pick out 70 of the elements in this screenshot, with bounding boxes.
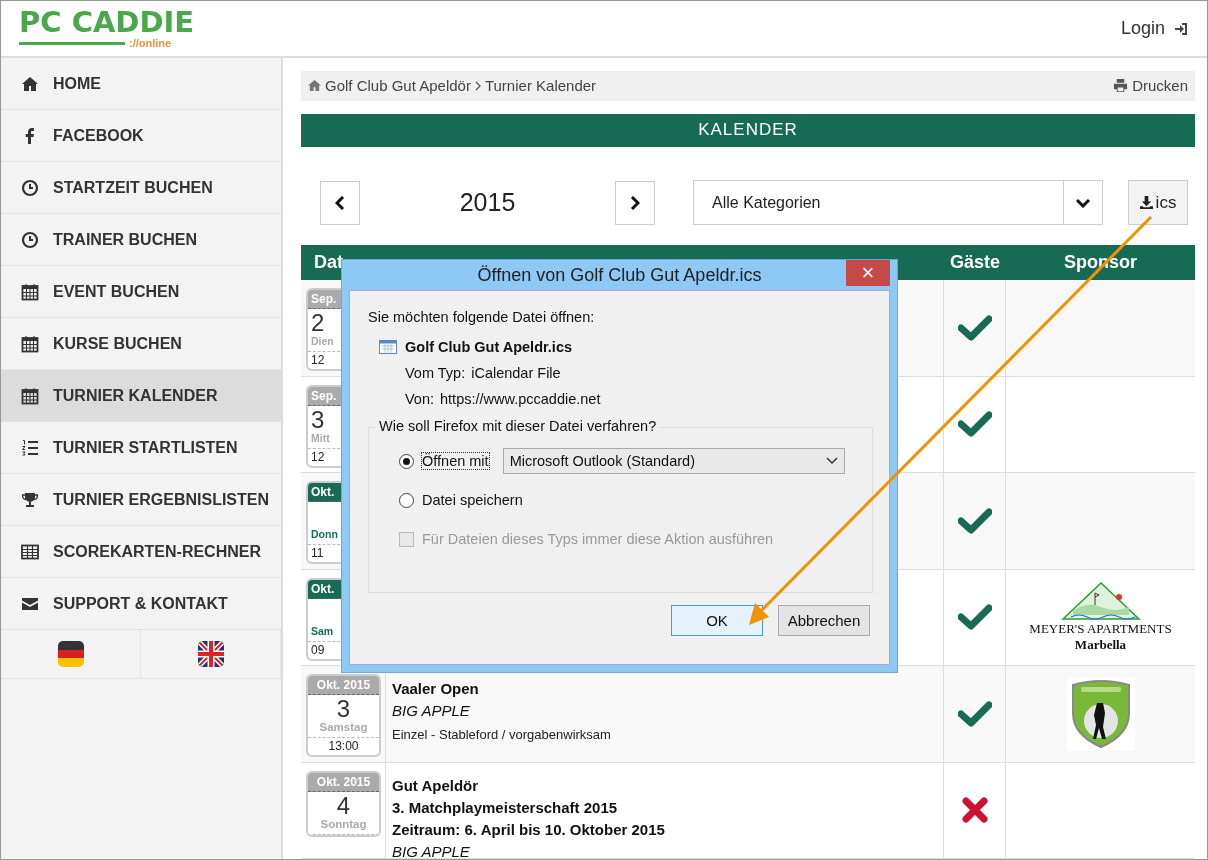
list-icon (21, 438, 39, 457)
chevron-right-icon (630, 195, 640, 210)
sidebar-item[interactable]: STARTZEIT BUCHEN (1, 162, 281, 214)
sidebar-item[interactable]: TURNIER ERGEBNISLISTEN (1, 474, 281, 526)
mountain-logo-icon (1060, 581, 1141, 622)
event-title: Zeitraum: 6. April bis 10. Oktober 2015 (392, 819, 666, 840)
category-select[interactable]: Alle Kategorien (693, 180, 1103, 225)
type-value: iCalendar File (471, 365, 561, 381)
dialog-title: Öffnen von Golf Club Gut Apeldr.ics (477, 264, 762, 286)
calendar-icon (21, 334, 39, 353)
clock-icon (21, 178, 39, 197)
chevron-icon (474, 80, 481, 91)
sidebar-item[interactable]: SCOREKARTEN-RECHNER (1, 526, 281, 578)
print-link[interactable]: Drucken (1113, 77, 1188, 95)
radio-button[interactable] (399, 453, 414, 469)
date-badge: Okt. 2015 3 Samstag 13:00 (306, 674, 381, 757)
option-label[interactable]: Öffnen mit (422, 453, 489, 469)
event-title: Gut Apeldör (392, 775, 480, 796)
breadcrumb-link[interactable]: Turnier Kalender (484, 77, 597, 95)
home-icon (308, 79, 321, 93)
sign-in-icon (1173, 20, 1189, 37)
chevron-down-icon (1076, 197, 1090, 208)
sidebar-item[interactable]: EVENT BUCHEN (1, 266, 281, 318)
next-year-button[interactable] (615, 180, 655, 225)
sidebar-item[interactable]: TURNIER STARTLISTEN (1, 422, 281, 474)
event-sponsor: BIG APPLE (392, 841, 471, 859)
british-flag-icon[interactable] (197, 641, 224, 667)
sponsor-place: Marbella (1074, 637, 1127, 654)
sidebar-item[interactable]: TURNIER KALENDER (1, 370, 281, 422)
sidebar-item[interactable]: FACEBOOK (1, 110, 281, 162)
group-legend: Wie soll Firefox mit dieser Datei verfahren? (376, 418, 660, 434)
type-label: Vom Typ: (405, 365, 466, 381)
column-header: Dat (313, 251, 344, 274)
calendar-icon (21, 282, 39, 301)
sponsor-name: MEYER'S APARTMENTS (1029, 621, 1172, 638)
calendar-icon (21, 386, 39, 405)
german-flag-icon[interactable] (57, 641, 84, 667)
calendar-file-icon (379, 340, 397, 354)
login-link[interactable]: Login (1120, 18, 1189, 39)
ok-button[interactable]: OK (671, 605, 763, 636)
cancel-button[interactable]: Abbrechen (778, 605, 870, 636)
event-title: Vaaler Open (392, 679, 480, 699)
event-details: Einzel - Stableford / vorgabenwirksam (392, 726, 612, 744)
chevron-left-icon (335, 195, 345, 210)
download-icon (1139, 196, 1153, 209)
event-title: 3. Matchplaymeisterschaft 2015 (392, 797, 619, 818)
date-badge: Okt. 2015 4 Sonntag (306, 770, 381, 837)
option-label[interactable]: Datei speichern (422, 492, 523, 508)
ics-download-button[interactable]: ics (1128, 180, 1188, 225)
clock-icon (21, 230, 39, 249)
column-header: Gäste (949, 251, 1001, 274)
printer-icon (1113, 78, 1129, 94)
close-button[interactable]: × (846, 260, 890, 286)
sidebar-item[interactable]: HOME (1, 58, 281, 110)
event-sponsor: BIG APPLE (392, 701, 471, 721)
chevron-down-icon (825, 457, 838, 465)
calendar-banner: KALENDER (301, 113, 1195, 147)
sidebar-item[interactable]: TRAINER BUCHEN (1, 214, 281, 266)
radio-button[interactable] (399, 492, 414, 508)
year-label: 2015 (458, 188, 517, 217)
home-icon (21, 74, 39, 93)
table-icon (21, 542, 39, 561)
application-select[interactable]: Microsoft Outlook (Standard) (502, 448, 845, 474)
source-label: Von: (405, 391, 435, 407)
source-value: https://www.pccaddie.net (440, 391, 601, 407)
breadcrumb-link[interactable]: Golf Club Gut Apeldör (325, 77, 471, 95)
trophy-icon (21, 490, 39, 509)
sidebar-item[interactable]: SUPPORT & KONTAKT (1, 578, 281, 630)
previous-year-button[interactable] (320, 180, 360, 225)
file-name: Golf Club Gut Apeldr.ics (405, 339, 573, 355)
